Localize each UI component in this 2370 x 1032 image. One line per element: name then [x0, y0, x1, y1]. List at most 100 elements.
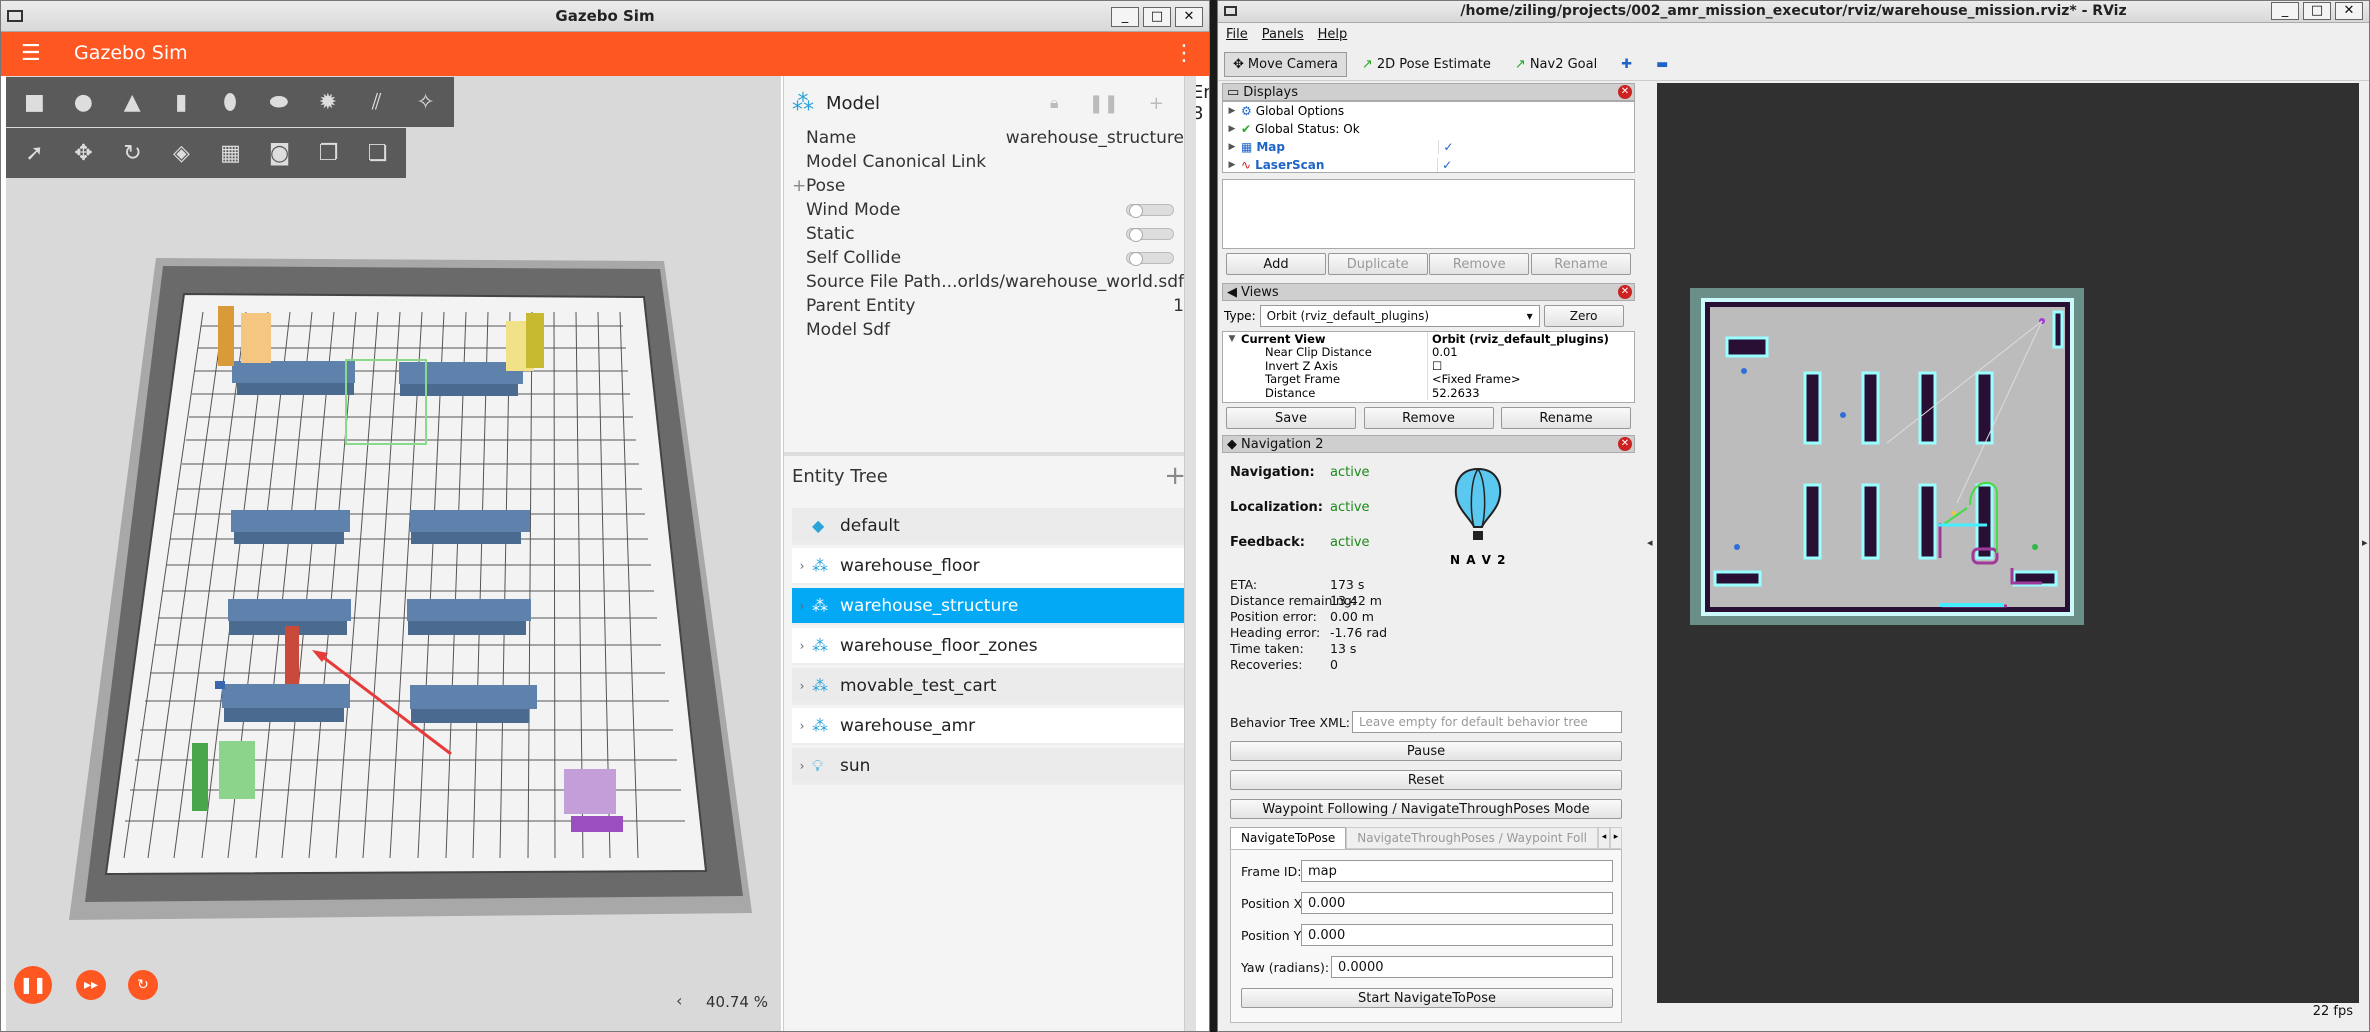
chevron-right-icon[interactable]: ›: [792, 759, 812, 773]
directional-light-icon[interactable]: ⫽: [354, 80, 399, 124]
capsule-shape-icon[interactable]: ⬮: [208, 80, 253, 124]
ellipsoid-shape-icon[interactable]: ⬬: [256, 80, 301, 124]
tab-navigate-to-pose[interactable]: NavigateToPose: [1230, 827, 1347, 849]
sphere-shape-icon[interactable]: ●: [61, 80, 106, 124]
pose-estimate-button[interactable]: ↗ 2D Pose Estimate: [1353, 52, 1500, 77]
remove-display-button[interactable]: Remove: [1429, 253, 1530, 275]
maximize-button[interactable]: □: [1143, 7, 1171, 27]
chevron-left-icon[interactable]: ‹: [676, 991, 682, 1010]
chevron-right-icon[interactable]: ›: [792, 679, 812, 693]
cylinder-shape-icon[interactable]: ▮: [159, 80, 204, 124]
rename-display-button[interactable]: Rename: [1530, 253, 1631, 275]
yaw-spinbox[interactable]: 0.0000: [1331, 956, 1613, 978]
self-collide-toggle[interactable]: [1126, 252, 1174, 266]
add-component-icon[interactable]: +: [1149, 93, 1164, 114]
tree-item-warehouse-structure[interactable]: › ⁂ warehouse_structure: [792, 588, 1186, 625]
laserscan-checkbox[interactable]: ✓: [1437, 158, 1634, 172]
expand-icon[interactable]: +: [792, 176, 806, 196]
tree-item-warehouse-amr[interactable]: › ⁂ warehouse_amr: [792, 708, 1186, 745]
static-toggle[interactable]: [1126, 228, 1174, 242]
display-laserscan[interactable]: ▶ ∿ LaserScan ✓: [1223, 156, 1634, 172]
tab-scroll-right-icon[interactable]: ▸: [1610, 827, 1622, 849]
view-angle-icon[interactable]: ◈: [159, 131, 204, 175]
step-icon[interactable]: ▸▸: [76, 970, 106, 1000]
close-button[interactable]: ✕: [1175, 7, 1203, 27]
bt-xml-input[interactable]: Leave empty for default behavior tree: [1352, 711, 1622, 733]
translate-icon[interactable]: ✥: [61, 131, 106, 175]
pos-x-spinbox[interactable]: 0.000: [1301, 892, 1613, 914]
rotate-icon[interactable]: ↻: [110, 131, 155, 175]
kebab-menu-icon[interactable]: ⋮: [1173, 41, 1195, 66]
point-light-icon[interactable]: ✹: [305, 80, 350, 124]
chevron-right-icon[interactable]: ›: [792, 559, 812, 573]
minimize-button[interactable]: _: [2271, 2, 2299, 20]
minimize-button[interactable]: _: [1111, 7, 1139, 27]
pos-y-spinbox[interactable]: 0.000: [1301, 924, 1613, 946]
rviz-3d-view[interactable]: [1657, 83, 2359, 1003]
screenshot-icon[interactable]: ◙: [257, 131, 302, 175]
side-panel: ⁂ Model 🔒︎ ❚❚ + Entity 8 Name warehouse_s…: [783, 76, 1209, 1031]
tab-scroll-left-icon[interactable]: ◂: [1598, 827, 1610, 849]
tree-item-warehouse-floor-zones[interactable]: › ⁂ warehouse_floor_zones: [792, 628, 1186, 665]
tab-navigate-through-poses[interactable]: NavigateThroughPoses / Waypoint Foll: [1346, 827, 1598, 849]
waypoint-mode-button[interactable]: Waypoint Following / NavigateThroughPose…: [1230, 799, 1622, 819]
chevron-right-icon[interactable]: ›: [792, 639, 812, 653]
remove-view-button[interactable]: Remove: [1363, 407, 1494, 429]
chevron-right-icon[interactable]: ›: [792, 719, 812, 733]
grid-icon[interactable]: ▦: [208, 131, 253, 175]
start-navigate-button[interactable]: Start NavigateToPose: [1241, 988, 1613, 1008]
prop-pose-label[interactable]: Pose: [806, 176, 946, 196]
maximize-button[interactable]: □: [2303, 2, 2331, 20]
chevron-right-icon[interactable]: ›: [792, 599, 812, 613]
reset-icon[interactable]: ↻: [128, 970, 158, 1000]
tree-item-default[interactable]: ◆ default: [792, 508, 1186, 545]
invert-z-checkbox[interactable]: ☐: [1427, 358, 1634, 373]
menu-help[interactable]: Help: [1318, 27, 1348, 42]
zero-button[interactable]: Zero: [1543, 305, 1624, 327]
collapse-left-icon[interactable]: ◂: [1647, 536, 1653, 549]
save-view-button[interactable]: Save: [1226, 407, 1356, 429]
select-icon[interactable]: ➚: [12, 131, 57, 175]
spot-light-icon[interactable]: ✧: [403, 80, 448, 124]
add-entity-icon[interactable]: +: [1164, 461, 1186, 491]
rename-view-button[interactable]: Rename: [1501, 407, 1631, 429]
close-button[interactable]: ✕: [2335, 2, 2363, 20]
copy-icon[interactable]: ❐: [306, 131, 351, 175]
view-row-value[interactable]: <Fixed Frame>: [1427, 372, 1634, 387]
menu-file[interactable]: File: [1226, 27, 1248, 42]
map-checkbox[interactable]: ✓: [1438, 140, 1634, 154]
side-panel-scrollbar[interactable]: [1184, 76, 1196, 1031]
paste-icon[interactable]: ❏: [355, 131, 400, 175]
nav2-goal-button[interactable]: ↗ Nav2 Goal: [1506, 52, 1606, 77]
tree-item-movable-test-cart[interactable]: › ⁂ movable_test_cart: [792, 668, 1186, 705]
close-panel-icon[interactable]: ✕: [1618, 437, 1632, 451]
box-shape-icon[interactable]: ■: [12, 80, 57, 124]
add-tool-icon[interactable]: ✚: [1612, 52, 1641, 77]
cone-shape-icon[interactable]: ▲: [110, 80, 155, 124]
collapse-right-icon[interactable]: ▸: [2362, 536, 2368, 549]
close-panel-icon[interactable]: ✕: [1618, 85, 1632, 99]
move-camera-button[interactable]: ✥ Move Camera: [1224, 52, 1347, 77]
pause-button[interactable]: Pause: [1230, 741, 1622, 761]
menu-panels[interactable]: Panels: [1262, 27, 1304, 42]
view-row-value[interactable]: 52.2633: [1427, 385, 1634, 400]
duplicate-button[interactable]: Duplicate: [1327, 253, 1428, 275]
close-panel-icon[interactable]: ✕: [1618, 285, 1632, 299]
tree-item-sun[interactable]: › 💡︎ sun: [792, 748, 1186, 785]
view-type-select[interactable]: Orbit (rviz_default_plugins) ▾: [1259, 305, 1540, 327]
display-global-options[interactable]: ▶ ⚙ Global Options: [1223, 102, 1634, 120]
reset-button[interactable]: Reset: [1230, 770, 1622, 790]
remove-tool-icon[interactable]: ▬: [1647, 52, 1677, 77]
frame-id-input[interactable]: map: [1301, 860, 1613, 882]
3d-scene[interactable]: [6, 76, 781, 1031]
display-map[interactable]: ▶ ▦ Map ✓: [1223, 138, 1634, 156]
pause-icon[interactable]: ❚❚: [14, 966, 52, 1004]
lock-icon[interactable]: 🔒︎: [1050, 93, 1059, 113]
add-button[interactable]: Add: [1226, 253, 1326, 275]
hamburger-icon[interactable]: ☰: [21, 43, 41, 65]
wind-mode-toggle[interactable]: [1126, 204, 1174, 218]
pause-updates-icon[interactable]: ❚❚: [1089, 93, 1119, 114]
display-global-status[interactable]: ▶ ✔ Global Status: Ok: [1223, 120, 1634, 138]
view-row-value[interactable]: 0.01: [1427, 345, 1634, 360]
tree-item-warehouse-floor[interactable]: › ⁂ warehouse_floor: [792, 548, 1186, 585]
